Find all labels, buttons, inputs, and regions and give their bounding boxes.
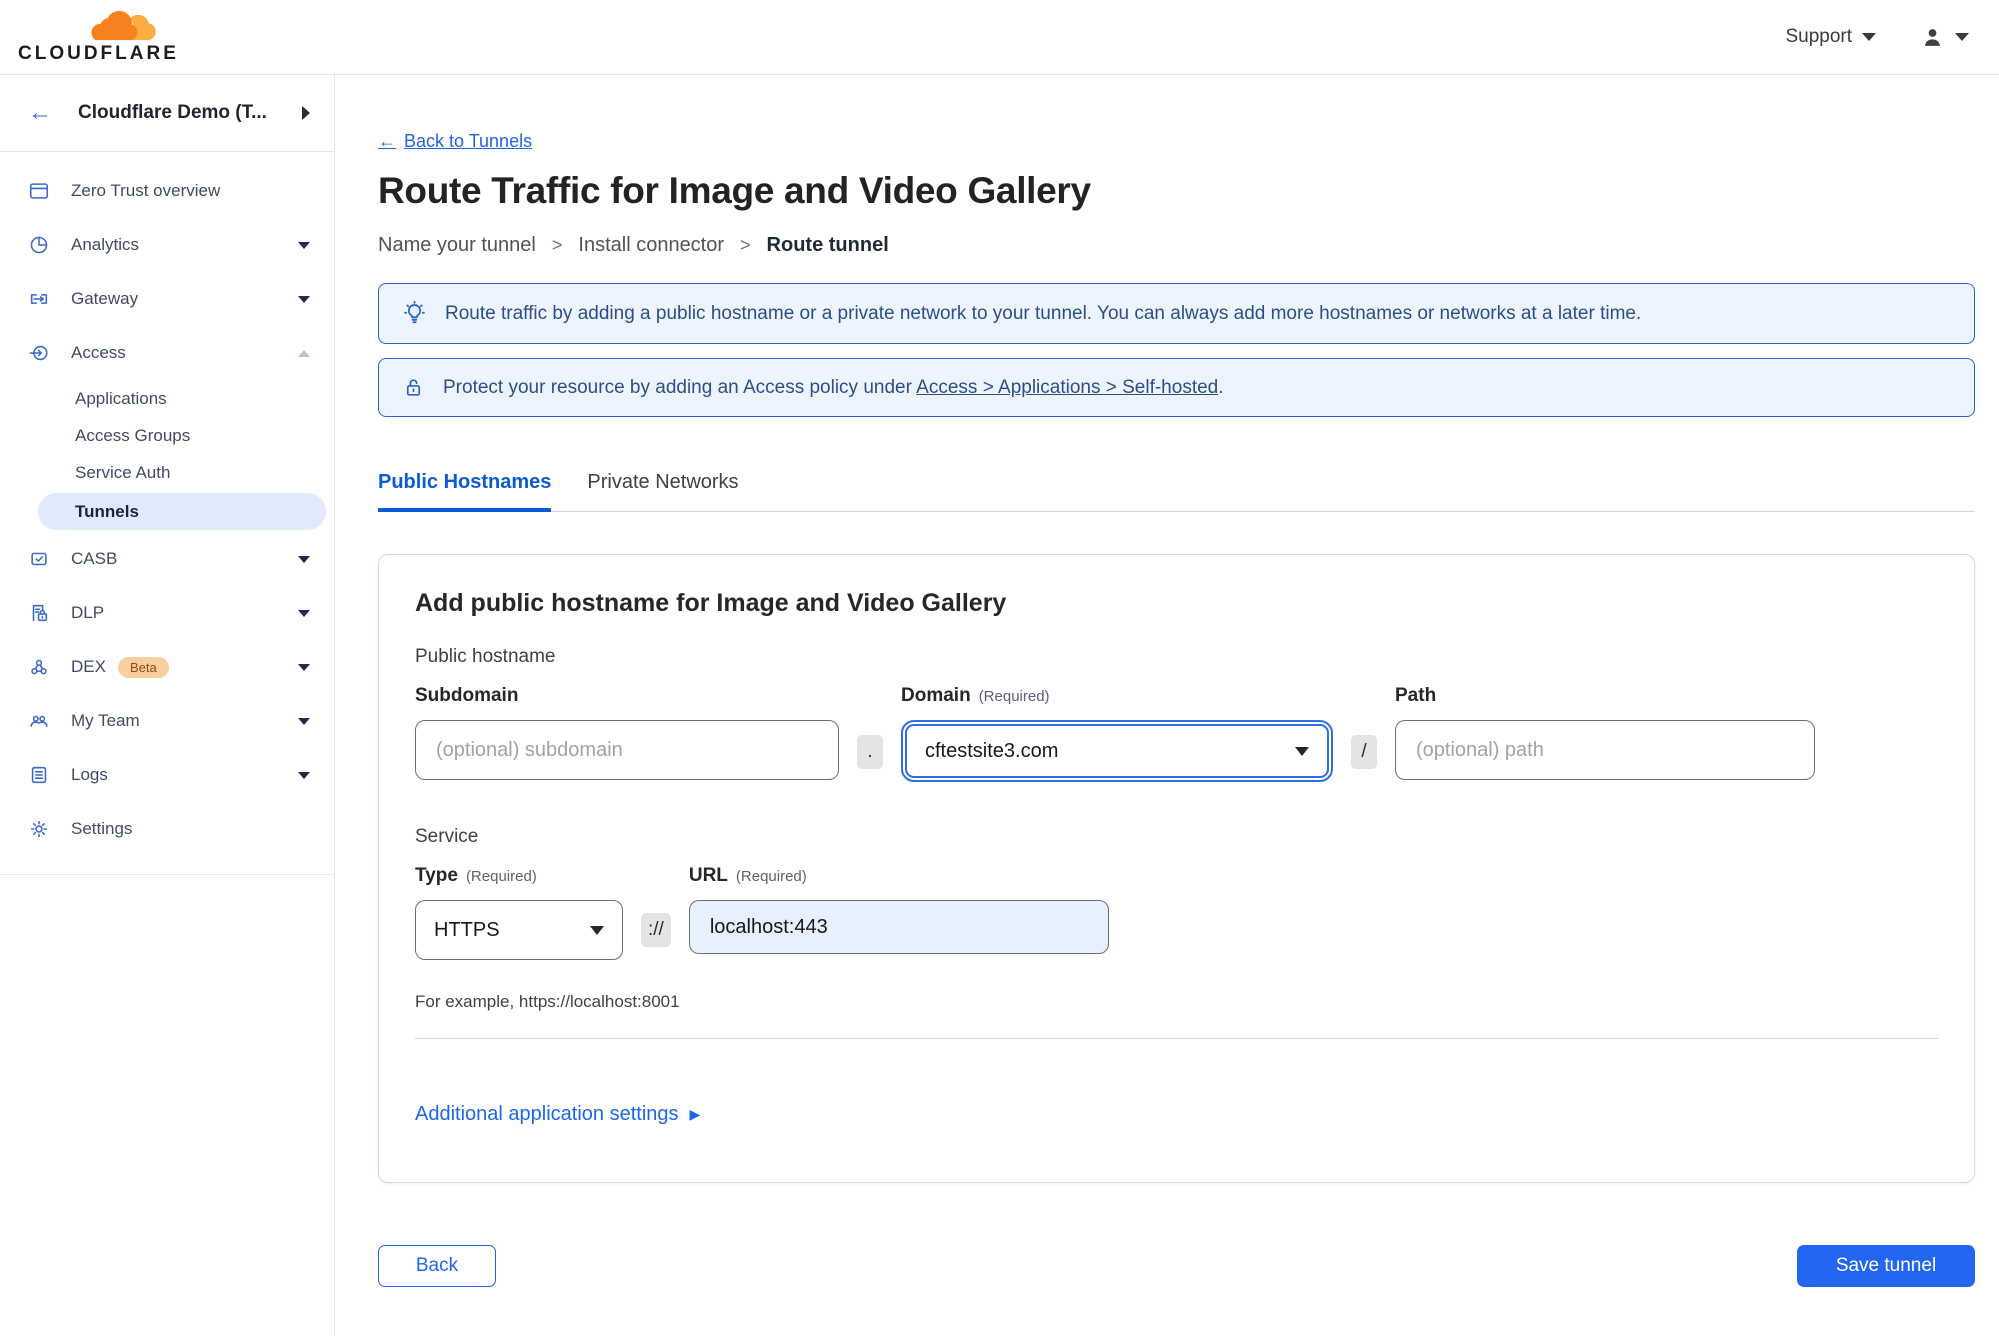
breadcrumb: Name your tunnel > Install connector > R…: [378, 234, 889, 257]
cloudflare-logo[interactable]: CLOUDFLARE: [18, 11, 179, 64]
chevron-down-icon: [298, 717, 310, 725]
type-label: Type (Required): [415, 865, 537, 886]
top-header: CLOUDFLARE Support: [0, 0, 1999, 75]
url-input[interactable]: [688, 900, 1109, 954]
card-title: Add public hostname for Image and Video …: [415, 589, 1007, 617]
team-icon: [28, 710, 50, 732]
sidebar-item-service-auth[interactable]: Service Auth: [0, 454, 334, 491]
cloudflare-cloud-icon: [91, 11, 156, 41]
back-arrow-icon[interactable]: ←: [28, 101, 52, 125]
access-applications-link[interactable]: Access > Applications > Self-hosted: [916, 377, 1218, 398]
sidebar: ← Cloudflare Demo (T... Zero Trust overv…: [0, 75, 335, 1336]
chevron-down-icon: [298, 663, 310, 671]
sidebar-item-settings[interactable]: Settings: [0, 802, 334, 856]
dex-icon: [28, 656, 50, 678]
domain-select-focus-ring: cftestsite3.com: [901, 720, 1333, 782]
scheme-separator: ://: [641, 913, 671, 947]
page-title: Route Traffic for Image and Video Galler…: [378, 170, 1091, 211]
additional-settings-toggle[interactable]: Additional application settings ▶: [415, 1103, 700, 1126]
save-tunnel-button[interactable]: Save tunnel: [1797, 1245, 1975, 1287]
protect-banner-text: Protect your resource by adding an Acces…: [443, 376, 1224, 398]
path-input[interactable]: [1395, 720, 1815, 780]
logo-wordmark: CLOUDFLARE: [18, 43, 179, 64]
service-type-value: HTTPS: [434, 918, 500, 941]
hostname-card: Add public hostname for Image and Video …: [378, 554, 1975, 1183]
chevron-up-icon: [298, 349, 310, 357]
service-type-select[interactable]: HTTPS: [415, 900, 623, 960]
dlp-icon: [28, 602, 50, 624]
sidebar-item-applications[interactable]: Applications: [0, 380, 334, 417]
tip-banner-text: Route traffic by adding a public hostnam…: [445, 302, 1642, 324]
back-to-tunnels-link[interactable]: ← Back to Tunnels: [378, 131, 532, 152]
sidebar-item-tunnels[interactable]: Tunnels: [38, 493, 326, 530]
chevron-down-icon: [590, 925, 604, 935]
chevron-down-icon: [298, 771, 310, 779]
sidebar-item-my-team[interactable]: My Team: [0, 694, 334, 748]
tab-bar: Public Hostnames Private Networks: [378, 471, 1975, 512]
step-route-tunnel: Route tunnel: [766, 234, 889, 256]
protect-banner: Protect your resource by adding an Acces…: [378, 358, 1975, 417]
support-label: Support: [1785, 26, 1852, 47]
tip-banner: Route traffic by adding a public hostnam…: [378, 283, 1975, 344]
footer-actions: Back Save tunnel: [378, 1245, 1975, 1309]
sidebar-account-header: ← Cloudflare Demo (T...: [0, 75, 334, 152]
chevron-down-icon: [1955, 33, 1969, 41]
user-menu[interactable]: [1920, 25, 1969, 50]
step-name-your-tunnel[interactable]: Name your tunnel: [378, 234, 536, 257]
logs-icon: [28, 764, 50, 786]
tab-public-hostnames[interactable]: Public Hostnames: [378, 471, 552, 512]
gear-icon: [28, 818, 50, 840]
domain-label: Domain (Required): [901, 685, 1050, 706]
expander-icon: ▶: [689, 1106, 701, 1122]
overview-icon: [28, 180, 50, 202]
domain-value: cftestsite3.com: [925, 739, 1059, 762]
tab-private-networks[interactable]: Private Networks: [587, 471, 738, 512]
user-icon: [1925, 28, 1940, 46]
subdomain-label: Subdomain: [415, 685, 519, 706]
dot-separator: .: [857, 735, 883, 769]
sidebar-item-access[interactable]: Access: [0, 326, 334, 380]
url-example-hint: For example, https://localhost:8001: [415, 992, 680, 1011]
back-button[interactable]: Back: [378, 1245, 496, 1287]
main-content: ← Back to Tunnels Route Traffic for Imag…: [335, 75, 1999, 1336]
chevron-down-icon: [298, 295, 310, 303]
sidebar-nav: Zero Trust overview Analytics Gateway Ac…: [0, 152, 334, 875]
domain-select[interactable]: cftestsite3.com: [905, 724, 1329, 778]
sidebar-item-analytics[interactable]: Analytics: [0, 218, 334, 272]
step-install-connector[interactable]: Install connector: [578, 234, 724, 257]
analytics-icon: [28, 234, 50, 256]
service-section-label: Service: [415, 826, 479, 847]
public-hostname-section-label: Public hostname: [415, 646, 556, 667]
url-label: URL (Required): [688, 865, 807, 886]
chevron-down-icon: [298, 609, 310, 617]
card-divider: [415, 1038, 1938, 1039]
sidebar-item-gateway[interactable]: Gateway: [0, 272, 334, 326]
sidebar-item-casb[interactable]: CASB: [0, 532, 334, 586]
sidebar-item-dlp[interactable]: DLP: [0, 586, 334, 640]
subdomain-input[interactable]: [415, 720, 839, 780]
lightbulb-icon: [404, 300, 425, 324]
sidebar-item-dex[interactable]: DEX Beta: [0, 640, 334, 694]
chevron-down-icon: [1862, 33, 1876, 41]
lock-icon: [406, 379, 421, 396]
chevron-right-icon[interactable]: [302, 106, 310, 120]
chevron-down-icon: [298, 555, 310, 563]
path-label: Path: [1395, 685, 1437, 706]
chevron-down-icon: [298, 241, 310, 249]
casb-icon: [28, 548, 50, 570]
chevron-down-icon: [1295, 746, 1309, 756]
sidebar-item-logs[interactable]: Logs: [0, 748, 334, 802]
gateway-icon: [28, 288, 50, 310]
support-menu[interactable]: Support: [1785, 26, 1876, 48]
back-arrow-icon: ←: [378, 131, 396, 151]
beta-badge: Beta: [117, 657, 169, 678]
sidebar-item-access-groups[interactable]: Access Groups: [0, 417, 334, 454]
account-name: Cloudflare Demo (T...: [78, 102, 267, 123]
access-icon: [28, 342, 50, 364]
slash-separator: /: [1351, 735, 1377, 769]
sidebar-item-zero-trust-overview[interactable]: Zero Trust overview: [0, 164, 334, 218]
